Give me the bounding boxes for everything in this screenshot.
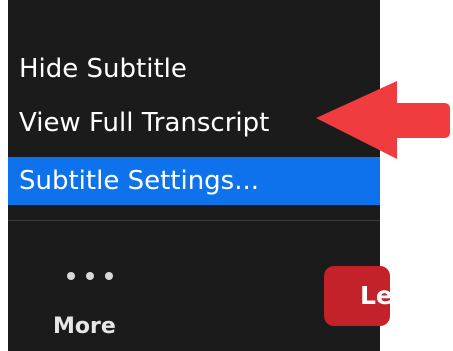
leave-button[interactable]: Le [324, 266, 390, 326]
meeting-toolbar: More Le [8, 221, 390, 351]
ellipsis-icon [67, 272, 113, 280]
red-arrow-icon [316, 81, 450, 159]
menu-item-subtitle-settings[interactable]: Subtitle Settings... [8, 157, 380, 205]
more-label: More [53, 314, 116, 339]
screenshot-stage: Hide Subtitle View Full Transcript Subti… [0, 0, 453, 351]
leave-label: Le [360, 281, 390, 310]
